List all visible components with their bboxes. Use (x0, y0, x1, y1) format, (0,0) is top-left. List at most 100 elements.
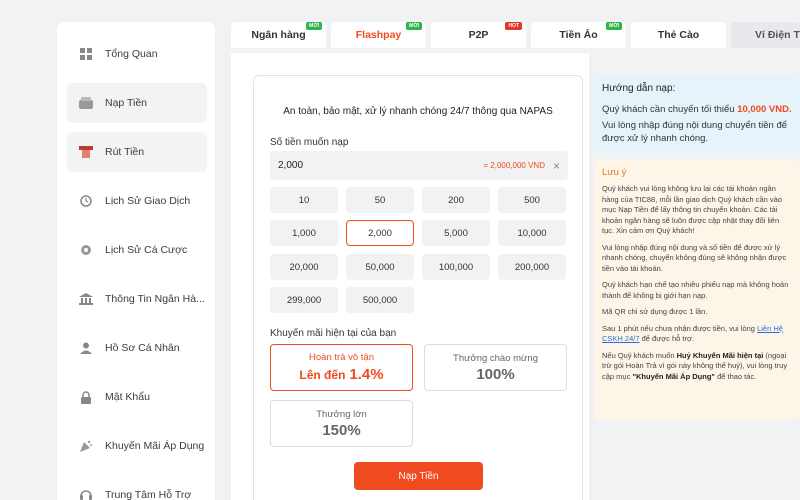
new-badge: MỚI (306, 22, 322, 30)
sidebar-item-promotions[interactable]: Khuyến Mãi Áp Dụng (67, 426, 207, 466)
amount-option[interactable]: 10 (270, 187, 338, 213)
sidebar-item-label: Rút Tiền (105, 146, 145, 158)
sidebar-item-label: Mật Khẩu (105, 391, 150, 403)
amount-value: 2,000 (278, 160, 304, 171)
tab-bank[interactable]: Ngân hàng MỚI (231, 22, 326, 48)
promo-rate: Lên đến 1.4% (299, 366, 383, 383)
amount-converted: = 2,000,000 VND (483, 161, 545, 170)
hot-badge: HOT (505, 22, 522, 30)
tab-label: Thẻ Cào (657, 29, 700, 41)
tab-label: P2P (468, 29, 489, 41)
sidebar-item-overview[interactable]: Tổng Quan (67, 34, 207, 74)
notice-paragraph: Nếu Quý khách muốn Huỷ Khuyến Mãi hiện t… (602, 351, 792, 383)
notice-text: để được hỗ trợ. (641, 334, 695, 343)
guide-line-min: Quý khách cần chuyển tối thiểu 10,000 VN… (602, 103, 792, 116)
promo-name: Thưởng chào mừng (453, 352, 538, 364)
notice-paragraph: Quý khách hạn chế tạo nhiều phiếu nạp mà… (602, 280, 789, 300)
grid-icon (79, 47, 93, 61)
notice-paragraph: Vui lòng nhập đúng nội dung và số tiền đ… (602, 242, 787, 273)
bank-icon (79, 292, 93, 306)
notice-paragraph: Quý khách vui lòng không lưu lại các tài… (602, 184, 782, 235)
sidebar-item-bank-info[interactable]: Thông Tin Ngân Hà... (67, 279, 207, 319)
promo-value: 1.4% (349, 366, 384, 383)
main-panel: An toàn, bảo mật, xử lý nhanh chóng 24/7… (231, 53, 589, 500)
user-icon (79, 341, 93, 355)
sidebar-item-deposit[interactable]: Nạp Tiền (67, 83, 207, 123)
notice-paragraph: Mã QR chỉ sử dụng được 1 lần. (602, 307, 708, 316)
sidebar-item-bet-history[interactable]: Lịch Sử Cá Cược (67, 230, 207, 270)
sidebar-item-support[interactable]: Trung Tâm Hỗ Trợ (67, 475, 207, 500)
payment-method-tabs: Ngân hàng MỚI Flashpay MỚI P2P HOT Tiền … (231, 22, 800, 48)
promo-label: Khuyến mãi hiện tại của bạn (270, 328, 397, 339)
amount-label: Số tiền muốn nạp (270, 137, 349, 148)
guide-min-amount: 10,000 VND. (737, 104, 792, 115)
tab-crypto[interactable]: Tiền Ảo MỚI (531, 22, 626, 48)
deposit-form: An toàn, bảo mật, xử lý nhanh chóng 24/7… (253, 75, 583, 500)
amount-option[interactable]: 299,000 (270, 287, 338, 313)
sidebar-item-label: Khuyến Mãi Áp Dụng (105, 440, 205, 452)
amount-option[interactable]: 20,000 (270, 254, 338, 280)
sidebar-item-profile[interactable]: Hồ Sơ Cá Nhân (67, 328, 207, 368)
notice-paragraph: Sau 1 phút nếu chưa nhận được tiền, vui … (602, 324, 792, 345)
notice-bold: "Khuyến Mãi Áp Dụng" (632, 371, 715, 381)
notice-text: Nếu Quý khách muốn (602, 350, 675, 360)
guide-line-content: Vui lòng nhập đúng nội dung chuyển tiền … (602, 120, 788, 144)
amount-option[interactable]: 200,000 (498, 254, 566, 280)
bet-history-icon (79, 243, 93, 257)
sidebar: Tổng Quan Nạp Tiền Rút Tiền Lịch Sử Giao… (57, 22, 215, 500)
tab-label: Tiền Ảo (559, 29, 598, 41)
amount-option[interactable]: 100,000 (422, 254, 490, 280)
sidebar-item-password[interactable]: Mật Khẩu (67, 377, 207, 417)
notice-text: để thao tác. (717, 371, 757, 381)
sidebar-item-label: Lịch Sử Giao Dịch (105, 195, 191, 207)
promo-big-bonus[interactable]: Thưởng lớn 150% (270, 400, 413, 447)
deposit-guide: Hướng dẫn nạp: Quý khách cần chuyển tối … (594, 76, 800, 153)
promo-value: 100% (476, 365, 515, 383)
promo-prefix: Lên đến (299, 368, 346, 382)
clear-icon[interactable]: × (553, 159, 560, 173)
promo-icon (79, 439, 93, 453)
amount-option[interactable]: 50,000 (346, 254, 414, 280)
notice-text: Sau 1 phút nếu chưa nhận được tiền, vui … (602, 323, 755, 333)
promo-welcome[interactable]: Thưởng chào mừng 100% (424, 344, 567, 391)
amount-option[interactable]: 50 (346, 187, 414, 213)
sidebar-item-label: Nạp Tiền (105, 97, 148, 109)
tab-label: Ngân hàng (251, 29, 306, 41)
tab-e-wallet[interactable]: Ví Điện Tử (731, 22, 800, 48)
sidebar-item-label: Trung Tâm Hỗ Trợ (105, 489, 192, 500)
notice-title: Lưu ý (602, 167, 627, 178)
promo-name: Hoàn trả vô tận (309, 352, 374, 363)
new-badge: MỚI (606, 22, 622, 30)
new-badge: MỚI (406, 22, 422, 30)
withdraw-icon (79, 145, 93, 159)
amount-option[interactable]: 500,000 (346, 287, 414, 313)
deposit-icon (79, 96, 93, 110)
tab-scratch-card[interactable]: Thẻ Cào (631, 22, 726, 48)
notice-bold: Huỷ Khuyến Mãi hiện tại (676, 350, 764, 360)
promo-cashback[interactable]: Hoàn trả vô tận Lên đến 1.4% (270, 344, 413, 391)
deposit-submit-button[interactable]: Nạp Tiền (354, 462, 483, 490)
amount-option[interactable]: 10,000 (498, 220, 566, 246)
amount-option[interactable]: 5,000 (422, 220, 490, 246)
amount-input[interactable]: 2,000 = 2,000,000 VND × (270, 151, 568, 180)
sidebar-item-transaction-history[interactable]: Lịch Sử Giao Dịch (67, 181, 207, 221)
guide-min-text: Quý khách cần chuyển tối thiểu (602, 104, 735, 115)
notice-panel: Lưu ý Quý khách vui lòng không lưu lại c… (594, 160, 800, 420)
amount-option[interactable]: 200 (422, 187, 490, 213)
clock-icon (79, 194, 93, 208)
tab-label: Ví Điện Tử (755, 29, 800, 41)
sidebar-item-label: Thông Tin Ngân Hà... (105, 293, 205, 305)
sidebar-item-label: Lịch Sử Cá Cược (105, 244, 188, 256)
sidebar-item-withdraw[interactable]: Rút Tiền (67, 132, 207, 172)
support-icon (79, 488, 93, 500)
tab-label: Flashpay (355, 29, 402, 41)
guide-title: Hướng dẫn nạp: (602, 83, 676, 94)
amount-option[interactable]: 1,000 (270, 220, 338, 246)
promo-value: 150% (322, 421, 361, 439)
form-title: An toàn, bảo mật, xử lý nhanh chóng 24/7… (283, 106, 553, 117)
promo-name: Thưởng lớn (316, 408, 367, 420)
tab-flashpay[interactable]: Flashpay MỚI (331, 22, 426, 48)
amount-option-selected[interactable]: 2,000 (346, 220, 414, 246)
tab-p2p[interactable]: P2P HOT (431, 22, 526, 48)
amount-option[interactable]: 500 (498, 187, 566, 213)
